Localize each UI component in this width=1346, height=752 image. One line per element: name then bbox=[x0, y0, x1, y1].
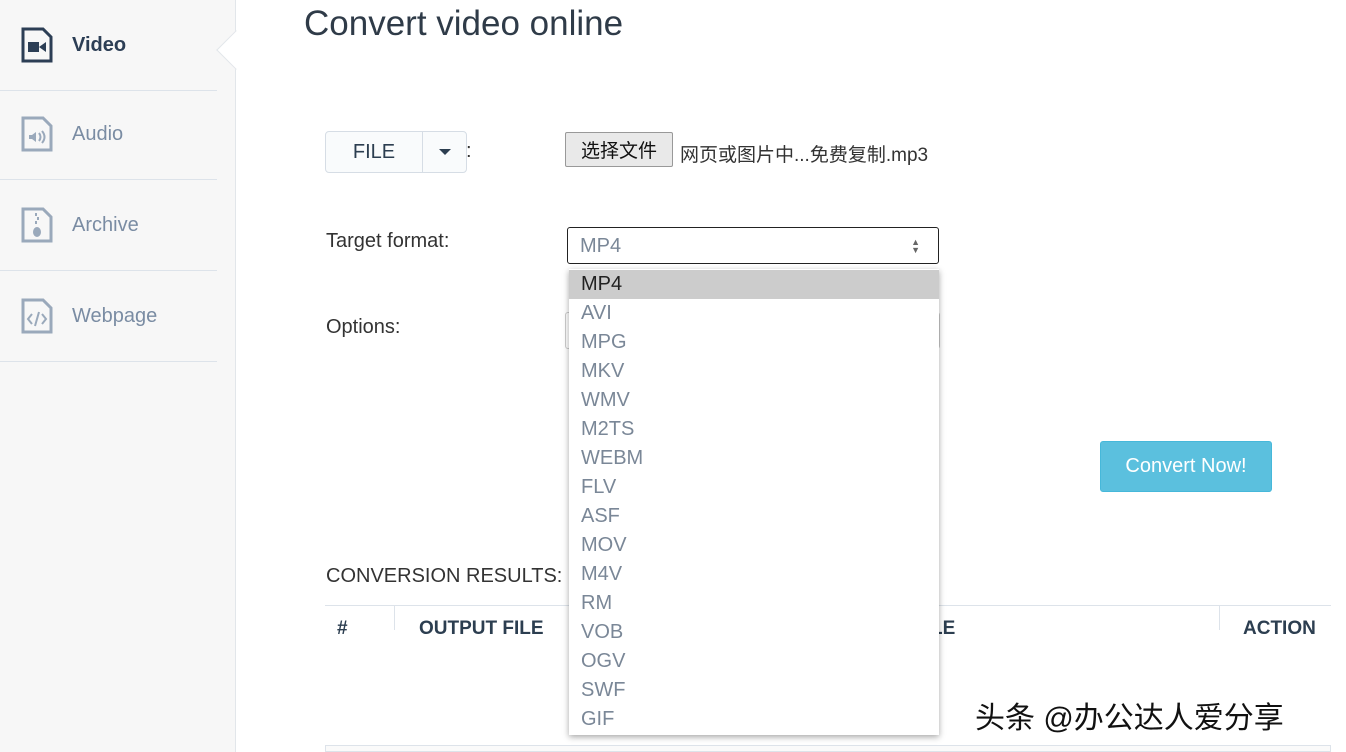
format-option-webm[interactable]: WEBM bbox=[569, 444, 939, 473]
format-option-m2ts[interactable]: M2TS bbox=[569, 415, 939, 444]
sidebar-item-archive[interactable]: Archive bbox=[0, 180, 217, 271]
file-name: 网页或图片中...免费复制.mp3 bbox=[680, 145, 929, 166]
format-dropdown-list[interactable]: MP4 AVI MPG MKV WMV M2TS WEBM FLV ASF MOV M4V RM VOB… bbox=[569, 269, 939, 735]
convert-now-button[interactable]: Convert Now! bbox=[1100, 441, 1272, 492]
source-selector[interactable]: FILE bbox=[325, 131, 467, 173]
sidebar-item-label: Audio bbox=[72, 122, 124, 145]
source-colon: : bbox=[466, 140, 472, 162]
format-option-avi[interactable]: AVI bbox=[569, 299, 939, 328]
col-output-file: OUTPUT FILE bbox=[419, 618, 544, 639]
sidebar-item-label: Video bbox=[72, 33, 127, 56]
conversion-results-label: CONVERSION RESULTS: bbox=[326, 565, 563, 587]
target-format-label: Target format: bbox=[326, 230, 450, 252]
format-option-flv[interactable]: FLV bbox=[569, 473, 939, 502]
source-dropdown-button[interactable] bbox=[423, 132, 466, 172]
select-value: MP4 bbox=[580, 235, 622, 257]
sidebar: Video Audio Archive Webpage bbox=[0, 0, 236, 752]
format-option-mkv[interactable]: MKV bbox=[569, 357, 939, 386]
sidebar-item-video[interactable]: Video bbox=[0, 0, 217, 91]
options-label: Options: bbox=[326, 316, 401, 338]
col-action: ACTION bbox=[1243, 618, 1316, 639]
table-footer bbox=[325, 745, 1331, 752]
sidebar-item-label: Webpage bbox=[72, 304, 158, 327]
format-option-mp4[interactable]: MP4 bbox=[569, 270, 939, 299]
caret-down-icon bbox=[438, 149, 451, 155]
archive-file-icon bbox=[21, 207, 53, 243]
updown-arrows-icon: ▲ ▼ bbox=[911, 237, 920, 255]
format-option-swf[interactable]: SWF bbox=[569, 676, 939, 705]
audio-file-icon bbox=[21, 116, 53, 152]
target-format-select[interactable]: MP4 ▲ ▼ bbox=[567, 227, 939, 264]
sidebar-item-audio[interactable]: Audio bbox=[0, 89, 217, 180]
format-option-mpg[interactable]: MPG bbox=[569, 328, 939, 357]
video-file-icon bbox=[21, 27, 53, 63]
format-option-rm[interactable]: RM bbox=[569, 589, 939, 618]
col-number: # bbox=[337, 618, 348, 639]
page-title: Convert video online bbox=[304, 4, 624, 43]
format-option-gif[interactable]: GIF bbox=[569, 705, 939, 734]
sidebar-item-label: Archive bbox=[72, 213, 139, 236]
format-option-mov[interactable]: MOV bbox=[569, 531, 939, 560]
format-option-asf[interactable]: ASF bbox=[569, 502, 939, 531]
sidebar-item-webpage[interactable]: Webpage bbox=[0, 271, 217, 362]
choose-file-button[interactable]: 选择文件 bbox=[565, 132, 673, 167]
format-option-wmv[interactable]: WMV bbox=[569, 386, 939, 415]
format-option-vob[interactable]: VOB bbox=[569, 618, 939, 647]
file-source-button[interactable]: FILE bbox=[326, 132, 423, 172]
code-file-icon bbox=[21, 298, 53, 334]
format-option-ogv[interactable]: OGV bbox=[569, 647, 939, 676]
format-option-m4v[interactable]: M4V bbox=[569, 560, 939, 589]
watermark: 头条 @办公达人爱分享 bbox=[975, 702, 1284, 735]
